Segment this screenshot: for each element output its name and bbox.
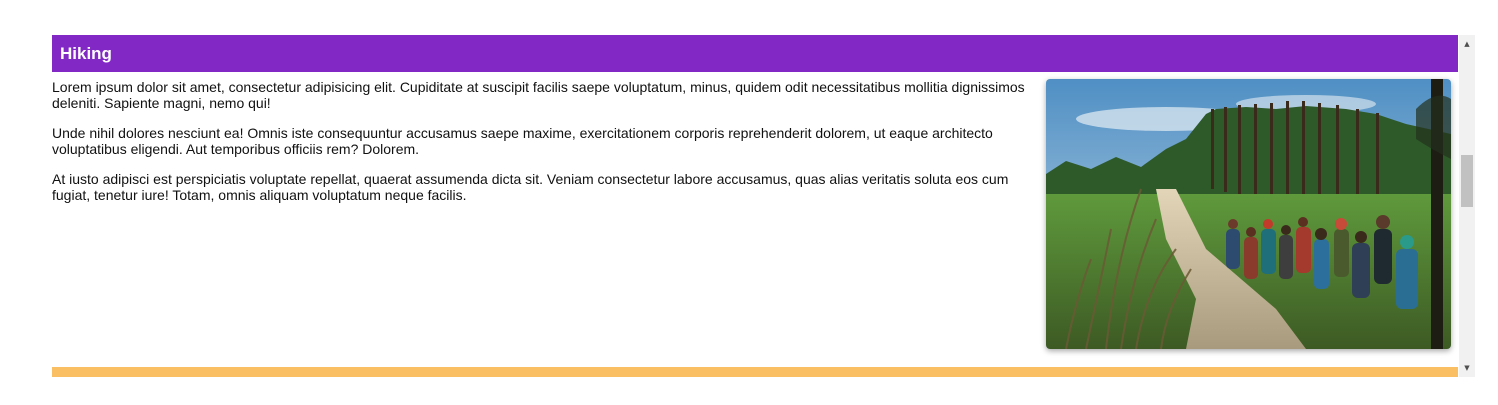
section-title: Hiking [52, 35, 1458, 72]
vertical-scrollbar[interactable]: ▲ ▼ [1459, 35, 1475, 377]
paragraph-1: Lorem ipsum dolor sit amet, consectetur … [52, 79, 1025, 111]
article-text: Lorem ipsum dolor sit amet, consectetur … [52, 79, 1027, 217]
hiking-photo [1046, 79, 1451, 349]
scroll-thumb[interactable] [1461, 155, 1473, 207]
next-section-header [52, 367, 1458, 377]
paragraph-2: Unde nihil dolores nesciunt ea! Omnis is… [52, 125, 993, 157]
triangle-down-icon[interactable]: ▼ [1459, 361, 1475, 375]
content-frame: Hiking Lorem ipsum dolor sit amet, conse… [52, 35, 1458, 377]
triangle-up-icon[interactable]: ▲ [1459, 37, 1475, 51]
paragraph-3: At iusto adipisci est perspiciatis volup… [52, 171, 1009, 203]
